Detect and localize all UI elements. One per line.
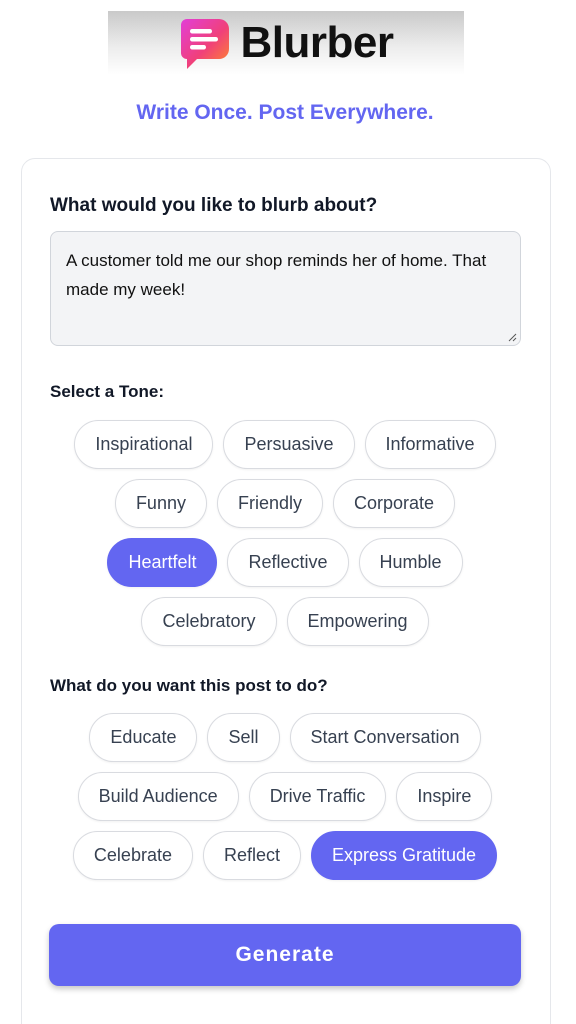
goal-row: Educate Sell Start Conversation xyxy=(0,713,570,762)
topic-label: What would you like to blurb about? xyxy=(50,195,378,216)
goal-chip-inspire[interactable]: Inspire xyxy=(396,772,493,821)
blurber-page: Blurber Write Once. Post Everywhere. Wha… xyxy=(0,0,576,1024)
generate-button[interactable]: Generate xyxy=(49,924,521,986)
tone-chip-corporate[interactable]: Corporate xyxy=(333,479,456,528)
topic-text: A customer told me our shop reminds her … xyxy=(66,251,487,299)
goal-chip-reflect[interactable]: Reflect xyxy=(202,831,301,880)
tagline: Write Once. Post Everywhere. xyxy=(136,101,434,124)
goal-chip-educate[interactable]: Educate xyxy=(89,713,198,762)
goal-chip-celebrate[interactable]: Celebrate xyxy=(72,831,193,880)
tone-chip-reflective[interactable]: Reflective xyxy=(227,538,349,587)
tone-chip-funny[interactable]: Funny xyxy=(114,479,207,528)
goal-chip-start-conversation[interactable]: Start Conversation xyxy=(289,713,481,762)
goal-chip-sell[interactable]: Sell xyxy=(207,713,280,762)
tone-row: Celebratory Empowering xyxy=(0,597,570,646)
tone-chip-friendly[interactable]: Friendly xyxy=(216,479,323,528)
tone-chip-humble[interactable]: Humble xyxy=(358,538,463,587)
goal-row: Celebrate Reflect Express Gratitude xyxy=(0,831,570,880)
tone-chip-heartfelt[interactable]: Heartfelt xyxy=(107,538,218,587)
tone-row: Heartfelt Reflective Humble xyxy=(0,538,570,587)
tone-chip-informative[interactable]: Informative xyxy=(364,420,496,469)
speech-bubble-logo-icon xyxy=(180,19,229,69)
tone-chip-inspirational[interactable]: Inspirational xyxy=(74,420,214,469)
resize-handle-icon[interactable] xyxy=(508,333,517,342)
logo-header: Blurber xyxy=(108,11,464,75)
tone-chip-empowering[interactable]: Empowering xyxy=(286,597,429,646)
tone-chip-persuasive[interactable]: Persuasive xyxy=(223,420,355,469)
tone-chip-celebratory[interactable]: Celebratory xyxy=(141,597,277,646)
goal-chip-drive-traffic[interactable]: Drive Traffic xyxy=(248,772,387,821)
goal-row: Build Audience Drive Traffic Inspire xyxy=(0,772,570,821)
tone-row: Funny Friendly Corporate xyxy=(0,479,570,528)
app-name: Blurber xyxy=(240,18,394,67)
goal-chip-build-audience[interactable]: Build Audience xyxy=(77,772,239,821)
topic-textarea[interactable]: A customer told me our shop reminds her … xyxy=(50,231,521,346)
tone-label: Select a Tone: xyxy=(50,382,164,401)
goal-label: What do you want this post to do? xyxy=(50,676,328,695)
tone-row: Inspirational Persuasive Informative xyxy=(0,420,570,469)
goal-chip-express-gratitude[interactable]: Express Gratitude xyxy=(311,831,498,880)
